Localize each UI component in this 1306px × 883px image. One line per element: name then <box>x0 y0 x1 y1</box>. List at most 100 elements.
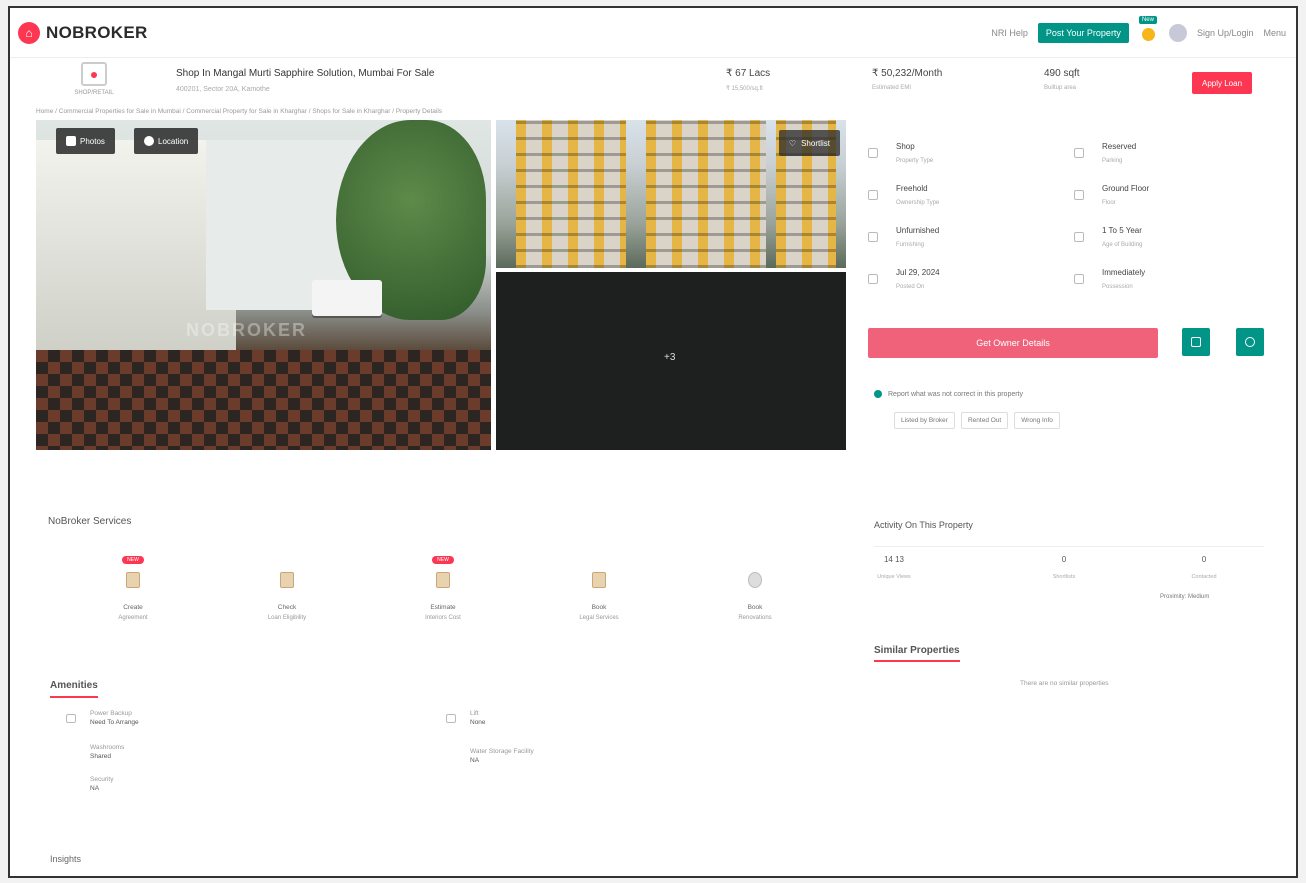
property-title-bar: SHOP/RETAIL Shop In Mangal Murti Sapphir… <box>10 58 1296 110</box>
similar-properties-empty: There are no similar properties <box>1020 680 1109 687</box>
legal-icon <box>592 572 606 588</box>
main-photo[interactable]: NOBROKER Photos Location <box>36 120 491 450</box>
location-pin-icon <box>144 136 154 146</box>
calendar-icon <box>1191 337 1201 347</box>
top-header: ⌂ NOBROKER NRI Help Post Your Property N… <box>10 8 1296 58</box>
loan-icon <box>280 572 294 588</box>
agreement-icon <box>126 572 140 588</box>
detail-item: Ground Floor Floor <box>1074 178 1274 218</box>
property-type-label: SHOP/RETAIL <box>74 90 114 96</box>
activity-shortlists: 0 Shortlists <box>1052 555 1076 580</box>
activity-footer: Proximity: Medium <box>1160 594 1210 600</box>
amenity-lift: Lift None <box>446 710 486 726</box>
watermark: NOBROKER <box>186 320 308 340</box>
nri-help-link[interactable]: NRI Help <box>991 28 1028 38</box>
renovation-icon <box>748 572 762 588</box>
property-type: SHOP/RETAIL <box>66 62 122 96</box>
detail-item: 1 To 5 Year Age of Building <box>1074 220 1274 260</box>
share-button[interactable] <box>1236 328 1264 356</box>
menu-button[interactable]: Menu <box>1263 28 1286 38</box>
service-renovations[interactable]: . Book Renovations <box>700 548 810 621</box>
report-chip[interactable]: Rented Out <box>960 412 1009 429</box>
building-age-icon <box>1074 232 1084 242</box>
apply-loan-button[interactable]: Apply Loan <box>1192 72 1252 94</box>
new-badge: NEW <box>122 556 144 564</box>
property-title: Shop In Mangal Murti Sapphire Solution, … <box>176 68 435 79</box>
new-badge: NEW <box>432 556 454 564</box>
amenity-power-backup: Power Backup Need To Arrange <box>66 710 139 726</box>
shortlist-button[interactable]: ♡ Shortlist <box>778 130 840 156</box>
lift-icon <box>446 714 456 723</box>
amenity-water-storage: Water Storage Facility NA <box>470 748 534 764</box>
detail-item: Jul 29, 2024 Posted On <box>868 262 1068 302</box>
similar-properties-title[interactable]: Similar Properties <box>874 645 960 662</box>
amenity-washrooms: Washrooms Shared <box>90 744 125 760</box>
info-icon <box>874 390 882 398</box>
area-label: Builtup area <box>1044 85 1077 91</box>
service-legal[interactable]: . Book Legal Services <box>544 548 654 621</box>
possession-icon <box>1074 274 1084 284</box>
property-type-icon <box>868 148 878 158</box>
heart-icon: ♡ <box>788 138 797 148</box>
new-tag: New <box>1138 16 1157 24</box>
post-property-button[interactable]: Post Your Property <box>1037 23 1129 43</box>
detail-item: Unfurnished Furnishing <box>868 220 1068 260</box>
more-photos-tile[interactable]: +3 <box>496 272 846 450</box>
shop-icon <box>81 62 107 86</box>
photo-gallery: NOBROKER Photos Location ♡ Shortlist +3 <box>36 120 846 450</box>
login-link[interactable]: Sign Up/Login <box>1197 28 1254 38</box>
get-owner-details-button[interactable]: Get Owner Details <box>868 328 1158 358</box>
price-value: ₹ 67 Lacs <box>726 68 771 79</box>
activity-stats: 14 13 Unique Views 0 Shortlists 0 Contac… <box>874 546 1264 586</box>
report-text: Report what was not correct in this prop… <box>888 390 1024 398</box>
emi-value: ₹ 50,232/Month <box>872 68 943 79</box>
area-block: 490 sqft Builtup area <box>1044 68 1080 91</box>
emi-block: ₹ 50,232/Month Estimated EMI <box>872 68 942 91</box>
report-chip[interactable]: Listed by Broker <box>894 412 955 429</box>
detail-item: Immediately Possession <box>1074 262 1274 302</box>
service-loan-eligibility[interactable]: . Check Loan Eligibility <box>232 548 342 621</box>
power-icon <box>66 714 76 723</box>
activity-views: 14 13 Unique Views <box>877 555 911 580</box>
detail-item: Shop Property Type <box>868 136 1068 176</box>
service-interiors-cost[interactable]: NEW Estimate Interiors Cost <box>388 548 498 621</box>
browser-page: ⌂ NOBROKER NRI Help Post Your Property N… <box>8 6 1298 878</box>
secondary-photo[interactable]: ♡ Shortlist <box>496 120 846 268</box>
floor-icon <box>1074 190 1084 200</box>
services-title: NoBroker Services <box>48 516 132 527</box>
furnishing-icon <box>868 232 878 242</box>
detail-item: Reserved Parking <box>1074 136 1274 176</box>
share-icon <box>1245 337 1255 347</box>
report-chip[interactable]: Wrong Info <box>1014 412 1060 429</box>
camera-icon <box>66 136 76 146</box>
detail-item: Freehold Ownership Type <box>868 178 1068 218</box>
rewards-icon[interactable]: New <box>1138 16 1159 44</box>
parking-icon <box>1074 148 1084 158</box>
amenity-security: Security NA <box>90 776 114 792</box>
price-per-sqft: ₹ 15,500/sq.ft <box>726 86 763 92</box>
header-actions: NRI Help Post Your Property New Sign Up/… <box>991 16 1286 44</box>
location-button[interactable]: Location <box>134 128 199 154</box>
insights-title: Insights <box>50 854 82 864</box>
ownership-icon <box>868 190 878 200</box>
price-block: ₹ 67 Lacs ₹ 15,500/sq.ft <box>726 68 770 92</box>
amenities-title: Amenities <box>50 680 98 698</box>
report-section: Report what was not correct in this prop… <box>874 390 1023 398</box>
activity-contacted: 0 Contacted <box>1191 555 1217 580</box>
service-create-agreement[interactable]: NEW Create Agreement <box>78 548 188 621</box>
schedule-visit-button[interactable] <box>1182 328 1210 356</box>
interiors-icon <box>436 572 450 588</box>
calendar-icon <box>868 274 878 284</box>
user-avatar-icon[interactable] <box>1168 24 1187 42</box>
logo[interactable]: ⌂ NOBROKER <box>18 22 148 44</box>
more-photos-count: +3 <box>664 352 676 363</box>
emi-label: Estimated EMI <box>872 85 912 91</box>
logo-text: NOBROKER <box>46 23 148 42</box>
property-address[interactable]: 400201, Sector 20A, Kamothe <box>176 86 270 93</box>
nobroker-logo-icon: ⌂ <box>18 22 40 44</box>
activity-title: Activity On This Property <box>874 520 973 530</box>
breadcrumb[interactable]: Home / Commercial Properties for Sale in… <box>36 108 442 115</box>
area-value: 490 sqft <box>1044 68 1080 79</box>
photos-button[interactable]: Photos <box>56 128 115 154</box>
report-options: Listed by Broker Rented Out Wrong Info <box>894 412 1060 429</box>
